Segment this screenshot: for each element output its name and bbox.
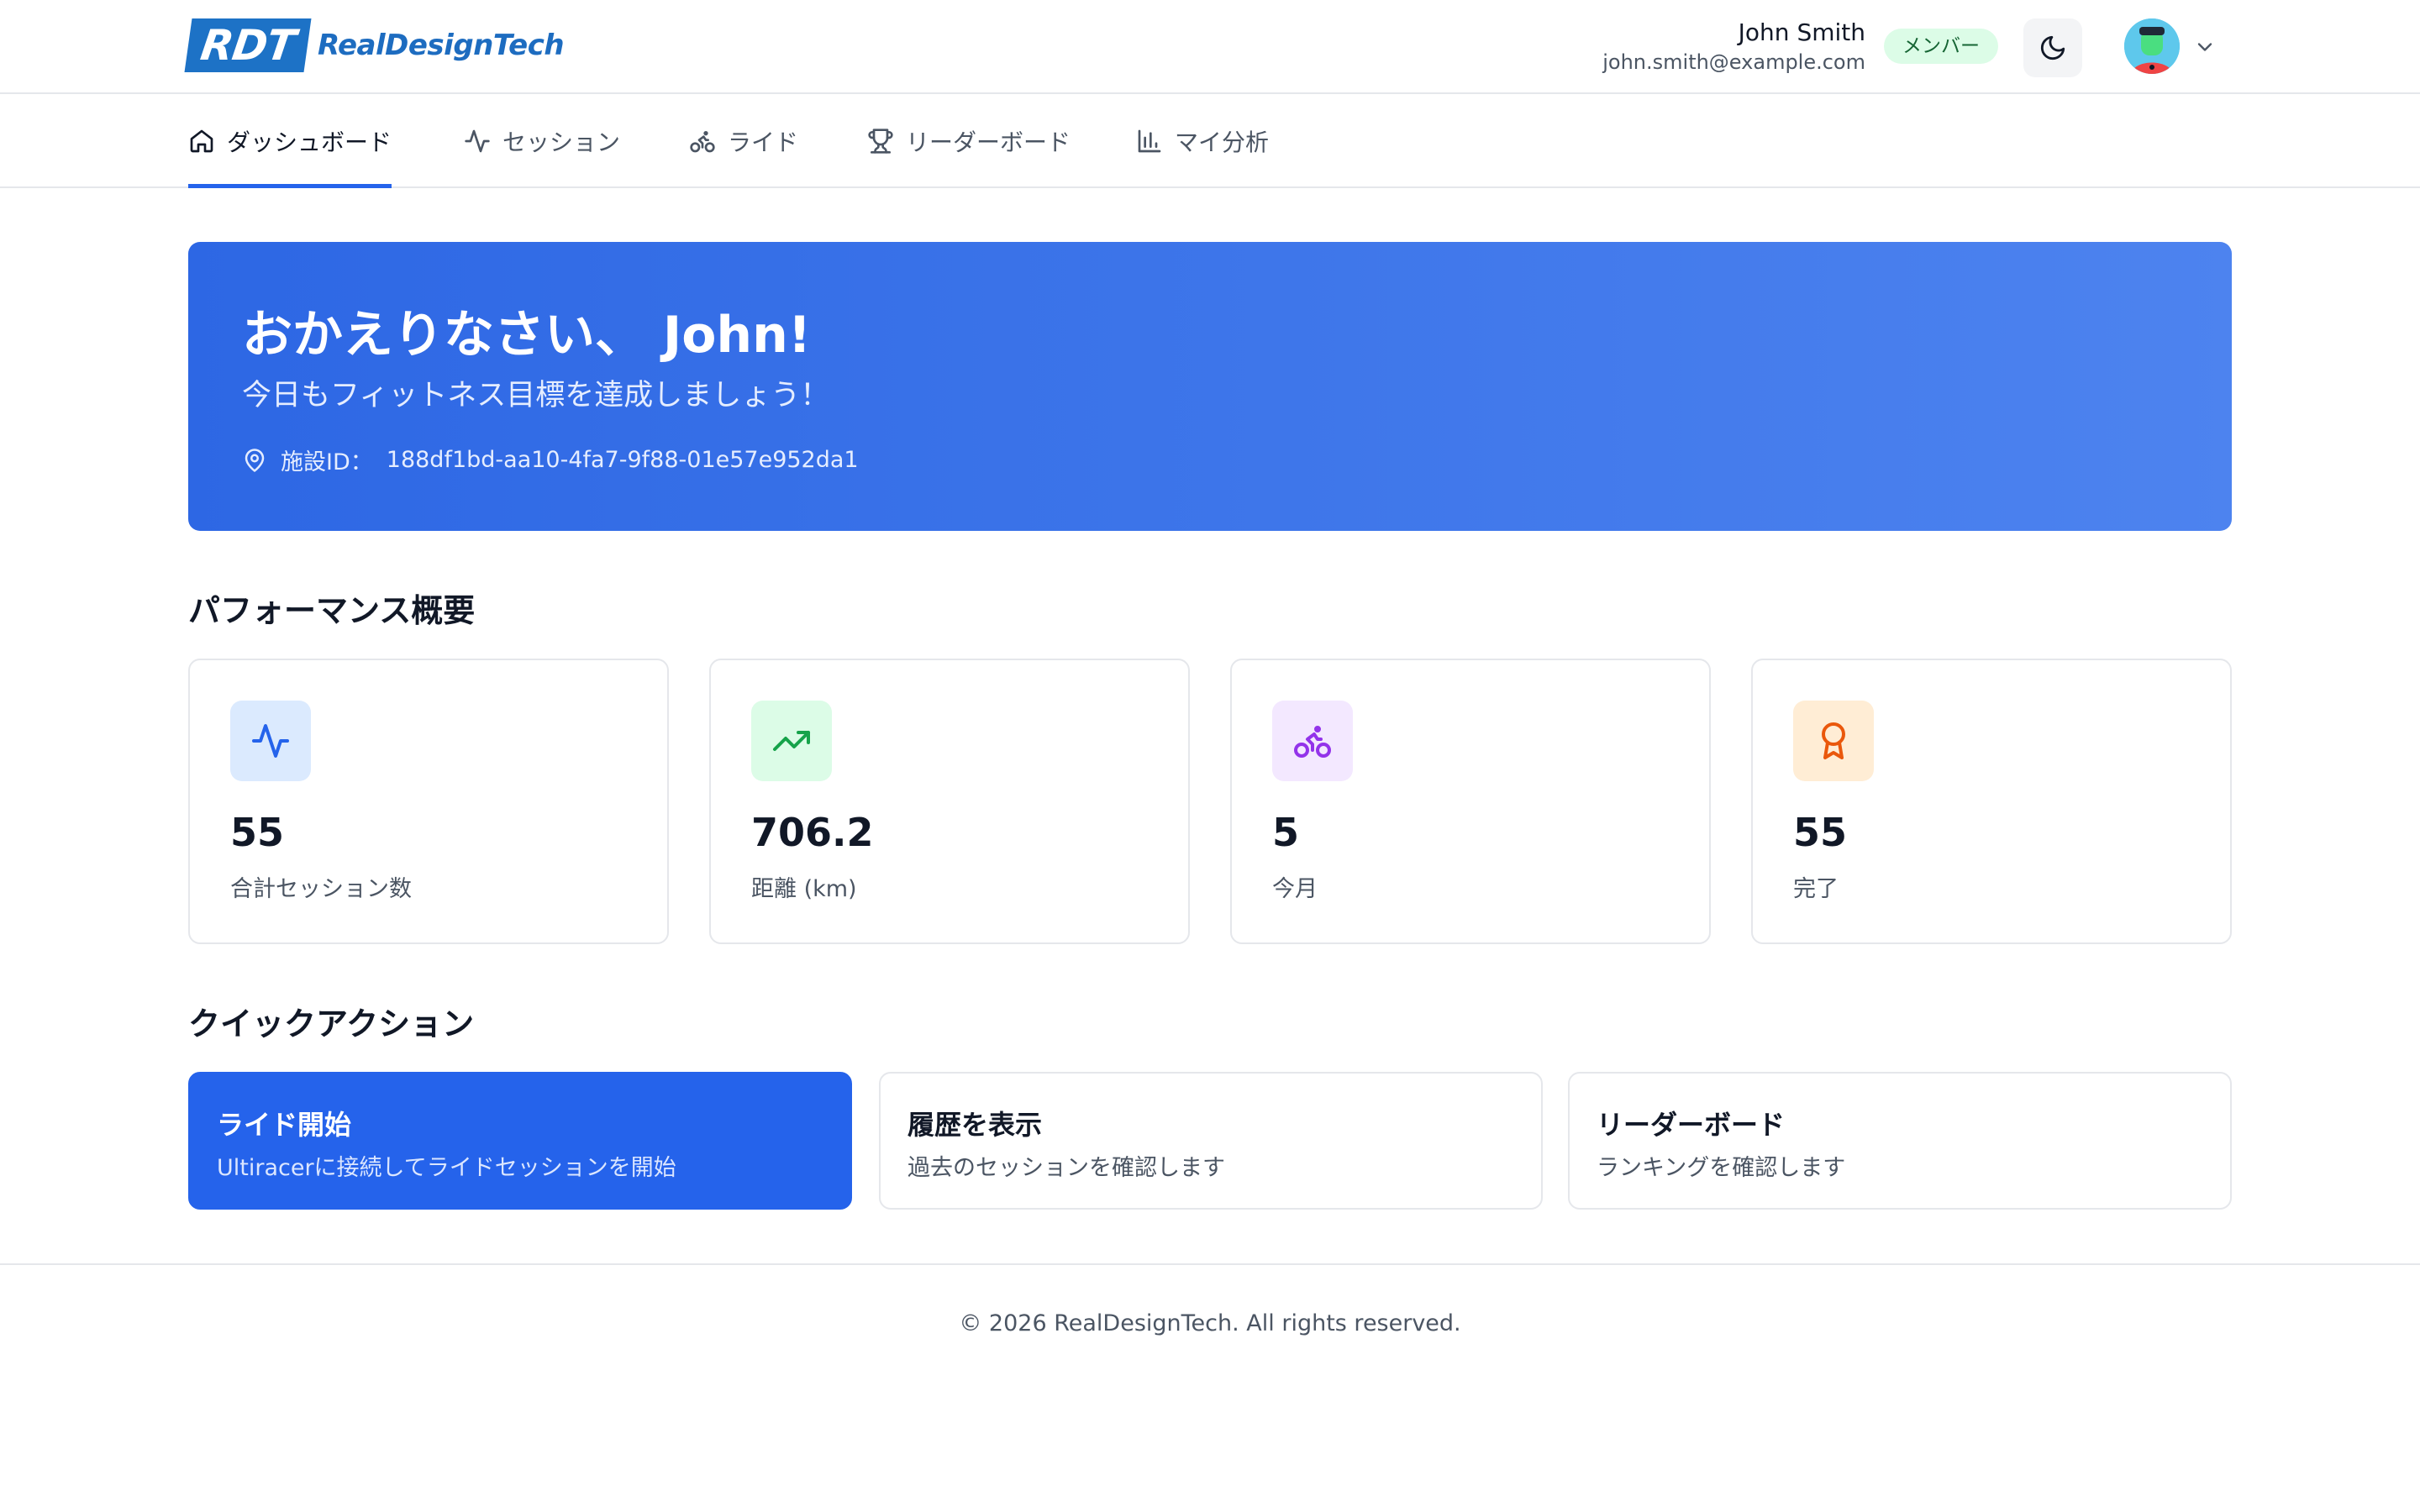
facility-info: 施設ID： 188df1bd-aa10-4fa7-9f88-01e57e952d… [242,444,859,476]
trending-up-icon [773,731,810,751]
stat-card-total-sessions: 55 合計セッション数 [188,659,669,944]
stat-value: 5 [1272,810,1300,855]
stat-label: 完了 [1793,876,1839,902]
copyright-text: © 2026 RealDesignTech. All rights reserv… [959,1310,1461,1336]
welcome-banner: おかえりなさい、 John! 今日もフィットネス目標を達成しましょう！ 施設ID… [188,242,2232,531]
facility-label: 施設ID： [281,449,373,475]
quick-action-title: 履歴を表示 [908,1109,1043,1141]
map-pin-icon [245,448,265,472]
stat-value: 706.2 [751,810,874,855]
home-icon [190,129,213,153]
start-ride-button[interactable]: ライド開始 Ultiracerに接続してライドセッションを開始 [188,1072,852,1210]
stat-value: 55 [1793,810,1848,855]
stat-label: 距離 (km) [751,876,857,902]
quick-actions-title: クイックアクション [188,1005,475,1042]
user-info: John Smith john.smith@example.com [1602,17,1865,76]
stat-icon-box [1793,701,1874,781]
stat-label: 合計セッション数 [230,876,412,902]
logo-mark: RDT [184,18,312,72]
avatar-image-icon [2124,18,2180,74]
stat-icon-box [230,701,311,781]
stat-card-completed: 55 完了 [1751,659,2232,944]
welcome-subtitle: 今日もフィットネス目標を達成しましょう！ [242,379,830,412]
logo-text: RealDesignTech [318,29,565,62]
theme-toggle-button[interactable] [2023,18,2082,77]
stat-label: 今月 [1272,876,1318,902]
view-history-button[interactable]: 履歴を表示 過去のセッションを確認します [879,1072,1543,1210]
tab-my-analytics[interactable]: マイ分析 [1136,96,1269,186]
quick-action-desc: Ultiracerに接続してライドセッションを開始 [217,1155,676,1181]
leaderboard-button[interactable]: リーダーボード ランキングを確認します [1568,1072,2232,1210]
quick-action-title: リーダーボード [1597,1109,1786,1141]
bar-chart-icon [1138,129,1161,153]
quick-action-desc: ランキングを確認します [1597,1155,1846,1181]
main-nav-tabs: ダッシュボード セッション ライド リーダーボード マイ分析 [0,96,2420,188]
bike-icon [1294,726,1331,758]
tab-sessions[interactable]: セッション [464,96,620,186]
bike-icon [690,131,715,153]
chevron-down-icon[interactable] [2193,35,2217,59]
user-email: john.smith@example.com [1602,50,1865,74]
moon-icon [2040,35,2065,60]
top-header: RDT RealDesignTech John Smith john.smith… [0,0,2420,94]
brand-logo[interactable]: RDT RealDesignTech [184,18,565,72]
stat-card-this-month: 5 今月 [1230,659,1711,944]
tab-leaderboard[interactable]: リーダーボード [867,96,1071,186]
stat-card-distance: 706.2 距離 (km) [709,659,1190,944]
quick-action-desc: 過去のセッションを確認します [908,1155,1225,1181]
footer: © 2026 RealDesignTech. All rights reserv… [0,1263,2420,1347]
tab-label: ライド [728,129,799,156]
trophy-icon [868,129,893,154]
quick-action-title: ライド開始 [217,1109,352,1141]
tab-label: セッション [502,129,621,156]
stat-icon-box [1272,701,1353,781]
tab-rides[interactable]: ライド [689,96,798,186]
welcome-title: おかえりなさい、 John! [242,306,812,365]
tab-label: ダッシュボード [227,129,392,156]
user-name: John Smith [1738,18,1865,46]
tab-dashboard[interactable]: ダッシュボード [188,96,392,188]
tab-label: リーダーボード [906,129,1071,156]
award-icon [1822,722,1845,759]
stat-icon-box [751,701,832,781]
activity-icon [252,724,289,758]
stat-value: 55 [230,810,285,855]
avatar[interactable] [2124,18,2180,74]
activity-icon [465,129,490,153]
tab-label: マイ分析 [1175,129,1270,156]
performance-title: パフォーマンス概要 [188,592,476,629]
role-badge: メンバー [1884,29,1998,64]
facility-id: 188df1bd-aa10-4fa7-9f88-01e57e952da1 [386,447,859,473]
